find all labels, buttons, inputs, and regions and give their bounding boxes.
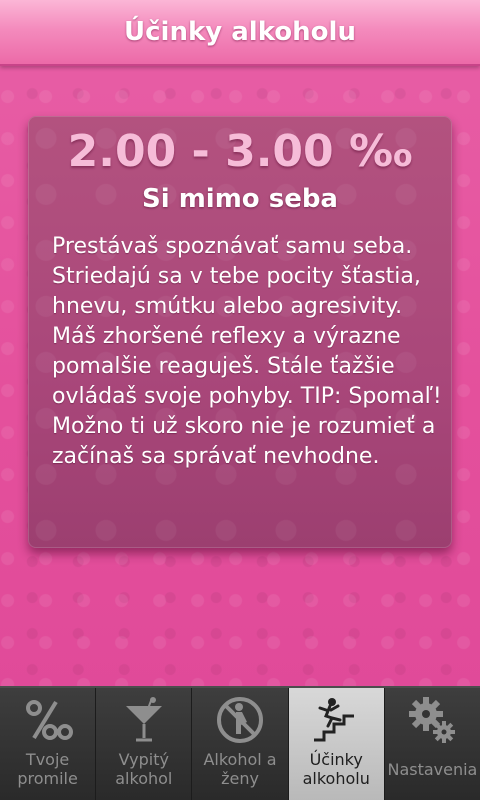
falling-stairs-icon — [310, 694, 362, 746]
tab-label: Vypitý alkohol — [115, 750, 173, 788]
tab-label: Účinky alkoholu — [302, 750, 370, 788]
gears-icon — [406, 694, 458, 746]
permille-icon — [22, 694, 74, 746]
pregnant-woman-icon — [214, 694, 266, 746]
bottom-tab-bar: Tvoje promile Vypitý alkohol Alkohol a ž… — [0, 686, 480, 800]
tab-tvoje-promile[interactable]: Tvoje promile — [0, 688, 97, 800]
tab-label: Nastavenia — [387, 760, 478, 779]
tab-nastavenia[interactable]: Nastavenia — [385, 688, 480, 800]
tab-label: Alkohol a ženy — [203, 750, 277, 788]
permille-range: 2.00 - 3.00 ‰ — [67, 126, 413, 177]
tab-ucinky-alkoholu[interactable]: Účinky alkoholu — [288, 688, 385, 800]
tab-label: Tvoje promile — [17, 750, 78, 788]
effect-heading: Si mimo seba — [142, 184, 338, 214]
effect-description: Prestávaš spoznávať samu seba. Striedajú… — [52, 234, 442, 469]
tab-alkohol-a-zeny[interactable]: Alkohol a ženy — [192, 688, 289, 800]
tab-vypity-alkohol[interactable]: Vypitý alkohol — [96, 688, 193, 800]
page-title: Účinky alkoholu — [124, 17, 356, 47]
cocktail-glass-icon — [118, 694, 170, 746]
title-bar: Účinky alkoholu — [0, 0, 480, 66]
effect-card: 2.00 - 3.00 ‰ Si mimo seba Prestávaš spo… — [28, 116, 452, 548]
